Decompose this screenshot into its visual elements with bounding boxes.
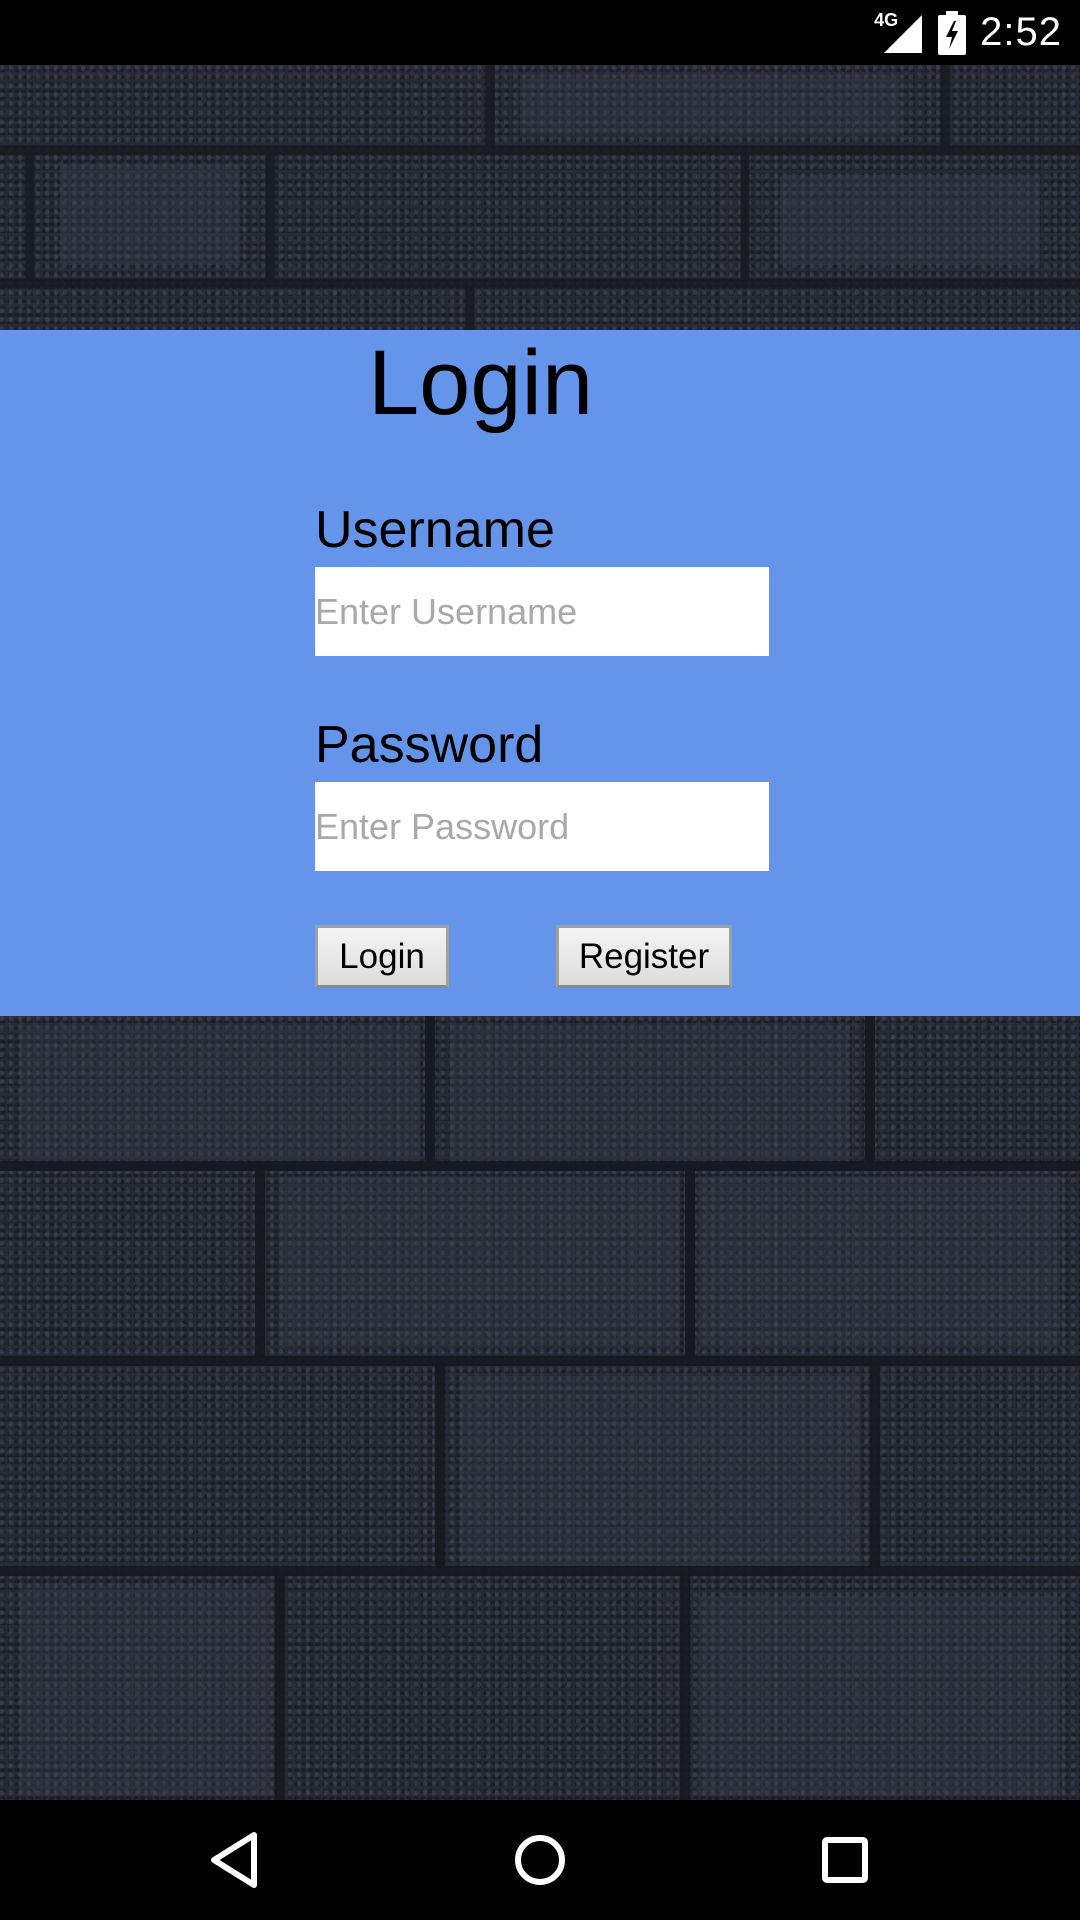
network-type-indicator: 4G (874, 11, 924, 55)
back-button[interactable] (200, 1825, 270, 1895)
recents-icon (822, 1837, 868, 1883)
home-button[interactable] (505, 1825, 575, 1895)
back-icon (211, 1832, 257, 1888)
status-icons: 4G 2:52 (874, 0, 1062, 65)
navigation-bar (0, 1800, 1080, 1920)
password-label: Password (315, 716, 544, 774)
login-screen: 4G 2:52 Login Username Enter Username Pa… (0, 0, 1080, 1920)
recents-button[interactable] (810, 1825, 880, 1895)
register-button[interactable]: Register (556, 925, 732, 988)
page-title: Login (368, 332, 594, 434)
status-bar: 4G 2:52 (0, 0, 1080, 65)
username-label: Username (315, 501, 555, 559)
login-button[interactable]: Login (315, 925, 449, 988)
username-input[interactable] (315, 567, 769, 656)
home-icon (515, 1835, 565, 1885)
battery-charging-icon (938, 10, 967, 55)
brick-wall-background-bottom (0, 1016, 1080, 1800)
password-input[interactable] (315, 782, 769, 871)
clock: 2:52 (980, 10, 1062, 54)
signal-icon (884, 14, 923, 53)
brick-wall-background-top (0, 65, 1080, 330)
